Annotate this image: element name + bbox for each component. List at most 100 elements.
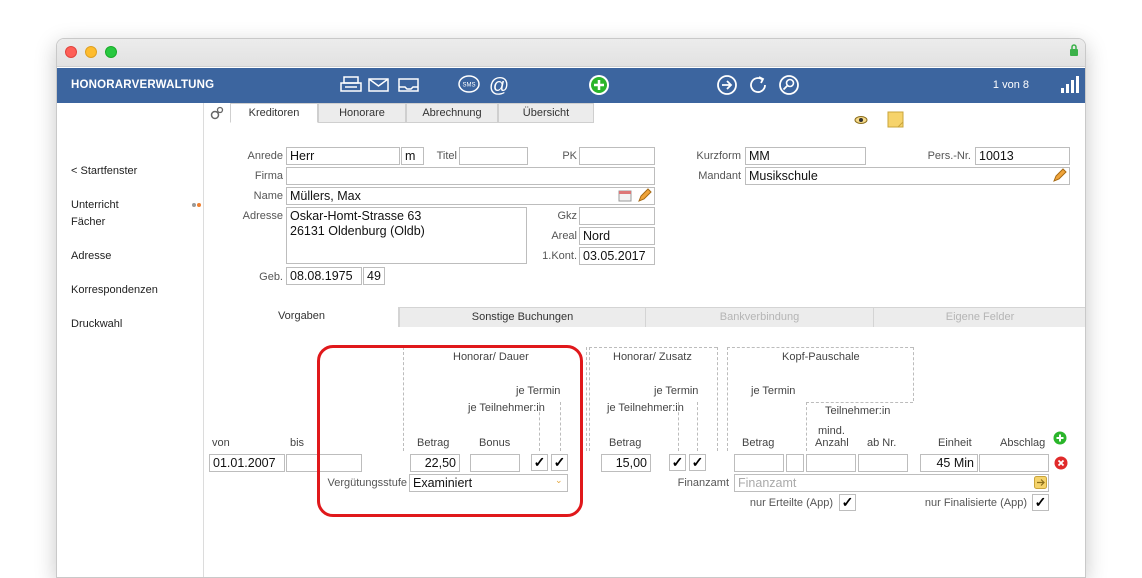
tab-bankverbindung[interactable]: Bankverbindung bbox=[646, 307, 874, 327]
divider bbox=[589, 347, 590, 451]
col-anzahl: Anzahl bbox=[815, 437, 849, 449]
close-window-button[interactable] bbox=[65, 46, 77, 58]
mind-anzahl-field[interactable] bbox=[806, 454, 856, 472]
divider bbox=[727, 347, 728, 451]
abschlag-field[interactable] bbox=[979, 454, 1049, 472]
ab-nr-field[interactable] bbox=[858, 454, 908, 472]
eye-icon[interactable] bbox=[854, 115, 868, 125]
col-von: von bbox=[212, 437, 230, 449]
je-termin-label: je Termin bbox=[751, 385, 796, 397]
search-icon[interactable] bbox=[777, 74, 801, 96]
adresse-label: Adresse bbox=[242, 210, 283, 222]
tab-uebersicht[interactable]: Übersicht bbox=[498, 103, 594, 123]
note-icon[interactable] bbox=[887, 111, 904, 128]
sidebar-item-druckwahl[interactable]: Druckwahl bbox=[71, 318, 122, 330]
finanzamt-field[interactable]: Finanzamt bbox=[734, 474, 1049, 492]
tab-sonstige-buchungen[interactable]: Sonstige Buchungen bbox=[399, 307, 646, 327]
pk-field[interactable] bbox=[579, 147, 655, 165]
titel-field[interactable] bbox=[459, 147, 528, 165]
areal-label: Areal bbox=[551, 230, 577, 242]
refresh-icon[interactable] bbox=[746, 74, 770, 96]
svg-text:SMS: SMS bbox=[462, 83, 475, 89]
zoom-window-button[interactable] bbox=[105, 46, 117, 58]
gkz-label: Gkz bbox=[557, 210, 577, 222]
zusatz-je-termin-checkbox[interactable]: ✓ bbox=[669, 454, 686, 471]
pencil-icon[interactable] bbox=[1052, 168, 1067, 183]
kont-field[interactable]: 03.05.2017 bbox=[579, 247, 655, 265]
je-teilnehmer-label: je Teilnehmer:in bbox=[607, 402, 684, 414]
nur-erteilte-checkbox[interactable]: ✓ bbox=[839, 494, 856, 511]
mandant-field[interactable]: Musikschule bbox=[745, 167, 1070, 185]
divider bbox=[697, 402, 698, 451]
top-toolbar: HONORARVERWALTUNG SMS @ 1 von 8 bbox=[57, 68, 1085, 103]
col-mind: mind. bbox=[818, 425, 845, 437]
tab-abrechnung[interactable]: Abrechnung bbox=[406, 103, 498, 123]
kurzform-field[interactable]: MM bbox=[745, 147, 866, 165]
kopf-betrag-field[interactable] bbox=[734, 454, 784, 472]
kopf-check-field[interactable] bbox=[786, 454, 804, 472]
sms-icon[interactable]: SMS bbox=[457, 74, 481, 96]
group-honorar-zusatz: Honorar/ Zusatz bbox=[613, 351, 692, 363]
persnr-field[interactable]: 10013 bbox=[975, 147, 1070, 165]
tab-eigene-felder[interactable]: Eigene Felder bbox=[874, 307, 1085, 327]
gkz-field[interactable] bbox=[579, 207, 655, 225]
app-title: HONORARVERWALTUNG bbox=[71, 79, 215, 91]
app-window: HONORARVERWALTUNG SMS @ 1 von 8 < Startf… bbox=[56, 38, 1086, 578]
signal-icon[interactable] bbox=[1059, 74, 1079, 96]
name-label: Name bbox=[253, 190, 283, 202]
areal-field[interactable]: Nord bbox=[579, 227, 655, 245]
divider bbox=[589, 347, 717, 348]
titel-label: Titel bbox=[436, 150, 457, 162]
divider bbox=[586, 347, 587, 451]
teilnehmer-label: Teilnehmer:in bbox=[825, 405, 891, 417]
lock-icon bbox=[1070, 44, 1078, 56]
firma-label: Firma bbox=[254, 170, 283, 182]
firma-field[interactable] bbox=[286, 167, 655, 185]
anrede-field[interactable]: Herr bbox=[286, 147, 400, 165]
divider bbox=[727, 347, 913, 348]
add-icon[interactable] bbox=[587, 74, 611, 96]
col-betrag: Betrag bbox=[742, 437, 775, 449]
sidebar-item-faecher[interactable]: Fächer bbox=[71, 216, 105, 228]
name-field[interactable]: Müllers, Max bbox=[286, 187, 655, 205]
von-field[interactable]: 01.01.2007 bbox=[209, 454, 285, 472]
kurzform-label: Kurzform bbox=[696, 150, 741, 162]
minimize-window-button[interactable] bbox=[85, 46, 97, 58]
age-field: 49 bbox=[363, 267, 385, 285]
zusatz-je-teilnehmer-checkbox[interactable]: ✓ bbox=[689, 454, 706, 471]
col-ab-nr: ab Nr. bbox=[867, 437, 897, 449]
sidebar-item-unterricht[interactable]: Unterricht bbox=[71, 199, 119, 211]
lookup-icon[interactable] bbox=[1034, 476, 1047, 489]
at-icon[interactable]: @ bbox=[487, 74, 511, 96]
divider bbox=[806, 402, 807, 451]
tab-kreditoren[interactable]: Kreditoren bbox=[230, 103, 318, 123]
pk-label: PK bbox=[562, 150, 577, 162]
nur-finalisierte-checkbox[interactable]: ✓ bbox=[1032, 494, 1049, 511]
sidebar-item-adresse[interactable]: Adresse bbox=[71, 250, 111, 262]
sidebar-item-startfenster[interactable]: < Startfenster bbox=[71, 165, 137, 177]
adresse-field[interactable]: Oskar-Homt-Strasse 63 26131 Oldenburg (O… bbox=[286, 207, 527, 264]
gender-field[interactable]: m bbox=[401, 147, 424, 165]
geb-label: Geb. bbox=[259, 271, 283, 283]
finanzamt-label: Finanzamt bbox=[677, 477, 729, 489]
col-bis: bis bbox=[290, 437, 305, 449]
record-position: 1 von 8 bbox=[992, 79, 1029, 91]
einheit-field[interactable]: 45 Min bbox=[920, 454, 978, 472]
add-row-icon[interactable] bbox=[1053, 431, 1067, 445]
mail-icon[interactable] bbox=[367, 74, 391, 96]
gear-icon[interactable] bbox=[210, 106, 224, 120]
forward-icon[interactable] bbox=[715, 74, 739, 96]
geb-field[interactable]: 08.08.1975 bbox=[286, 267, 362, 285]
zusatz-betrag-field[interactable]: 15,00 bbox=[601, 454, 651, 472]
divider bbox=[717, 347, 718, 451]
pencil-icon[interactable] bbox=[637, 188, 652, 203]
mail-open-icon[interactable] bbox=[397, 74, 421, 96]
tab-honorare[interactable]: Honorare bbox=[318, 103, 406, 123]
remove-row-icon[interactable] bbox=[1054, 456, 1068, 470]
tab-vorgaben[interactable]: Vorgaben bbox=[205, 307, 399, 327]
sidebar-item-korrespondenzen[interactable]: Korrespondenzen bbox=[71, 284, 158, 296]
calendar-icon[interactable] bbox=[618, 189, 632, 202]
highlight-box bbox=[317, 345, 583, 517]
printer-icon[interactable] bbox=[339, 74, 363, 96]
sidebar: < Startfenster Unterricht Fächer Adresse… bbox=[57, 103, 204, 577]
